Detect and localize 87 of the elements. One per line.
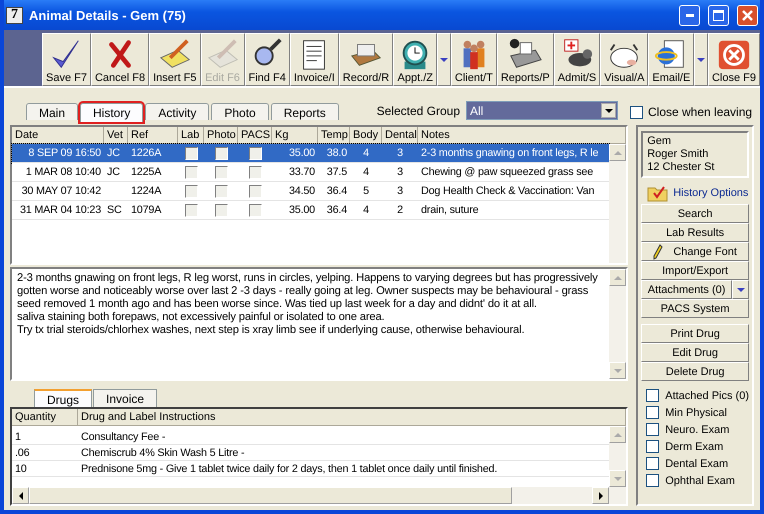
scrollbar[interactable] bbox=[609, 269, 626, 379]
panel-button[interactable]: Search bbox=[641, 204, 749, 223]
exam-checkbox[interactable]: Derm Exam bbox=[646, 438, 749, 455]
checkbox[interactable] bbox=[248, 146, 262, 160]
scrollbar[interactable] bbox=[609, 144, 626, 263]
toolbar-button[interactable]: Reports/P bbox=[496, 33, 554, 86]
tab[interactable]: Drugs bbox=[34, 389, 92, 407]
history-row[interactable]: 30 MAY 07 10:42 1224A 34.50 36.4 5 3 Dog Health Check & Vaccination: Van bbox=[12, 182, 610, 201]
tab[interactable]: Reports bbox=[270, 103, 339, 120]
checkbox[interactable] bbox=[184, 204, 198, 216]
checkbox[interactable] bbox=[248, 204, 262, 216]
toolbar-button[interactable]: Save F7 bbox=[42, 33, 91, 86]
tab[interactable]: Main bbox=[26, 103, 78, 120]
panel-button[interactable]: PACS System bbox=[641, 299, 749, 318]
table-cell-text: Chemiscrub 4% Skin Wash 5 Litre - bbox=[80, 446, 246, 458]
panel-button[interactable]: Import/Export bbox=[641, 261, 749, 280]
toolbar-button[interactable]: Record/R bbox=[338, 33, 394, 86]
checkbox[interactable] bbox=[214, 204, 228, 216]
note-paragraph: 2-3 months gnawing on front legs, R leg worst, runs in circles, yelping. Happens to varying degrees but has progressively gotten worse and noticeably worse over last 2 -3 days - really going at leg. Owner suspects may be behavioural - grass seed removed 1 month ago and has been worse since. Was tied up last week for a day and didnt' do it at all. bbox=[17, 272, 599, 311]
client-info-line: Roger Smith bbox=[647, 148, 710, 161]
tab[interactable]: Activity bbox=[145, 103, 210, 120]
dropdown-button[interactable] bbox=[437, 33, 451, 86]
toolbar-button[interactable]: Admit/S bbox=[554, 33, 600, 86]
panel-button[interactable]: Attachments (0) bbox=[641, 280, 732, 299]
maximize-icon bbox=[713, 10, 724, 20]
maximize-button[interactable] bbox=[708, 4, 729, 26]
close-icon bbox=[742, 10, 753, 20]
group-dropdown[interactable]: All bbox=[466, 101, 618, 120]
exam-checkbox[interactable]: Min Physical bbox=[646, 404, 749, 421]
section-title: History Options bbox=[673, 187, 748, 199]
window-title: Animal Details - Gem (75) bbox=[29, 8, 187, 22]
minimize-button[interactable] bbox=[679, 4, 700, 26]
tab[interactable]: History bbox=[80, 103, 144, 122]
table-cell-text: Prednisone 5mg - Give 1 tablet twice daily for 2 days, then 1 tablet once daily until finished. bbox=[80, 462, 498, 474]
toolbar-button[interactable]: Find F4 bbox=[244, 33, 290, 86]
panel-button[interactable]: Delete Drug bbox=[641, 362, 749, 381]
exam-checkbox[interactable]: Attached Pics (0) bbox=[646, 387, 749, 404]
close-when-leaving-checkbox[interactable]: Close when leaving bbox=[630, 105, 754, 122]
client-info-line: 12 Chester St bbox=[647, 161, 716, 174]
panel-button[interactable]: Print Drug bbox=[641, 324, 749, 343]
field-label: Selected Group bbox=[376, 104, 460, 120]
history-row[interactable]: 31 MAR 04 10:23 SC 1079A 35.00 36.4 4 2 drain, suture bbox=[12, 201, 610, 220]
toolbar-button[interactable]: Email/E bbox=[648, 33, 694, 86]
history-row[interactable]: 1 MAR 08 10:40 JC 1225A 33.70 37.5 4 3 Chewing @ paw squeezed grass see bbox=[12, 163, 610, 182]
toolbar-button[interactable]: Client/T bbox=[450, 33, 497, 86]
minimize-icon bbox=[686, 14, 694, 16]
toolbar-button[interactable]: Close F9 bbox=[708, 33, 760, 86]
note-paragraph: Try tx trial steroids/chlorhex washes, next step is xray limb see if underlying cause, otherwise behavioural. bbox=[17, 324, 526, 337]
app-badge: 7 bbox=[6, 6, 23, 24]
toolbar-button[interactable]: Cancel F8 bbox=[90, 33, 150, 86]
checkbox[interactable] bbox=[214, 146, 228, 160]
panel-button[interactable]: Lab Results bbox=[641, 223, 749, 242]
checkbox[interactable] bbox=[248, 184, 262, 198]
tab[interactable]: Photo bbox=[211, 103, 269, 120]
column-header[interactable]: Drug and Label Instructions bbox=[78, 409, 626, 426]
table-cell-text: Consultancy Fee - bbox=[80, 430, 166, 442]
checkbox[interactable] bbox=[184, 146, 198, 160]
dropdown-button[interactable] bbox=[732, 280, 749, 299]
pencil-icon bbox=[653, 244, 664, 260]
close-button[interactable] bbox=[737, 4, 758, 26]
checkbox[interactable] bbox=[248, 166, 262, 178]
panel-button[interactable]: Change Font bbox=[641, 242, 749, 261]
checkbox[interactable] bbox=[184, 184, 198, 198]
history-row[interactable]: 8 SEP 09 16:50 JC 1226A 35.00 38.0 4 3 2-3 months gnawing on front legs, R le bbox=[12, 144, 610, 163]
scrollbar[interactable] bbox=[609, 426, 626, 487]
column-header[interactable]: Quantity bbox=[12, 409, 78, 426]
note-paragraph: saliva staining both forepaws, not excessively painful or isolated to one area. bbox=[17, 311, 386, 324]
toolbar-button[interactable]: Insert F5 bbox=[149, 33, 201, 86]
toolbar-button[interactable]: Appt./Z bbox=[393, 33, 438, 86]
toolbar-button[interactable]: Visual/A bbox=[600, 33, 648, 86]
exam-checkbox[interactable]: Ophthal Exam bbox=[646, 472, 749, 489]
table-cell-text: 10 bbox=[14, 462, 28, 474]
dropdown-button[interactable] bbox=[694, 33, 708, 86]
exam-checkbox[interactable]: Neuro. Exam bbox=[646, 421, 749, 438]
client-info-line: Gem bbox=[647, 135, 672, 148]
toolbar-button[interactable]: Invoice/I bbox=[290, 33, 339, 86]
panel-button[interactable]: Edit Drug bbox=[641, 343, 749, 362]
exam-checkbox[interactable]: Dental Exam bbox=[646, 455, 749, 472]
horizontal-scrollbar[interactable] bbox=[12, 487, 626, 504]
notes-field[interactable] bbox=[10, 267, 628, 381]
checkbox[interactable] bbox=[214, 184, 228, 198]
checkbox[interactable] bbox=[184, 166, 198, 178]
table-cell-text: .06 bbox=[14, 446, 30, 458]
tab[interactable]: Invoice bbox=[93, 389, 158, 407]
folder-check-icon bbox=[647, 184, 670, 202]
checkbox[interactable] bbox=[214, 166, 228, 178]
table-cell-text: 1 bbox=[14, 430, 22, 442]
